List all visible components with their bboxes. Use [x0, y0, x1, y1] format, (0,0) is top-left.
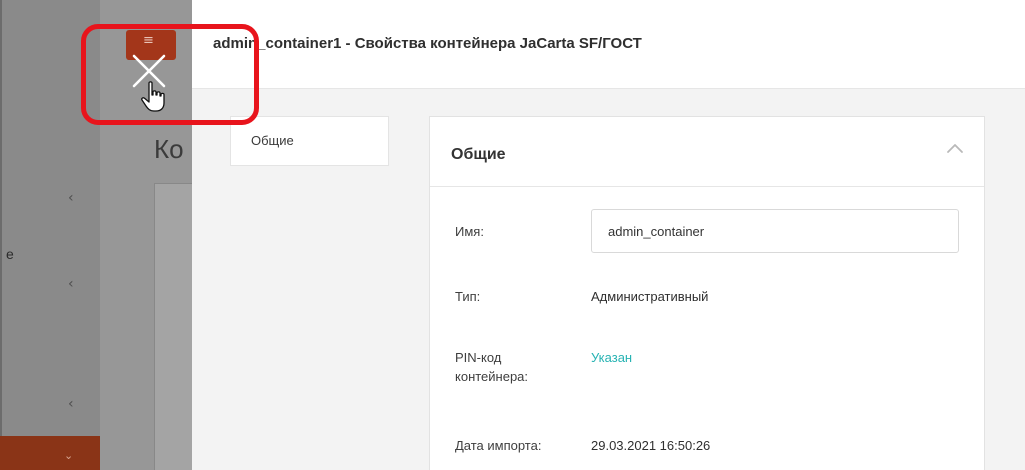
pin-label: PIN-код контейнера: — [455, 350, 529, 384]
import-date-label: Дата импорта: — [455, 438, 542, 453]
screen: ‹ ‹ ‹ е ⌄ Ко ≡ admin_container1 - Свойст… — [0, 0, 1025, 470]
general-section-card: Общие Имя: Тип: Административный PIN-код… — [429, 116, 985, 470]
panel-header: admin_container1 - Свойства контейнера J… — [192, 0, 1025, 89]
pin-status-link[interactable]: Указан — [591, 350, 632, 365]
pin-value-wrap: Указан — [591, 348, 632, 367]
highlight-annotation — [81, 24, 259, 125]
section-title: Общие — [451, 146, 506, 163]
chevron-left-icon: ‹ — [68, 276, 74, 292]
background-edge — [0, 0, 2, 470]
chevron-down-icon: ⌄ — [64, 449, 74, 462]
tab-general[interactable]: Общие — [230, 116, 389, 166]
chevron-up-icon[interactable] — [944, 141, 966, 157]
panel-title: admin_container1 - Свойства контейнера J… — [213, 35, 642, 52]
import-date-value: 29.03.2021 16:50:26 — [591, 438, 711, 453]
section-header[interactable]: Общие — [430, 117, 984, 187]
properties-panel: admin_container1 - Свойства контейнера J… — [192, 0, 1025, 470]
tab-general-label: Общие — [251, 133, 294, 148]
chevron-left-icon: ‹ — [68, 396, 74, 412]
background-sidebar-text: е — [6, 246, 14, 262]
background-page-title: Ко — [154, 134, 184, 164]
name-label: Имя: — [455, 224, 484, 239]
type-label: Тип: — [455, 289, 481, 304]
name-input[interactable] — [591, 209, 959, 253]
background-content-panel — [154, 183, 192, 470]
chevron-left-icon: ‹ — [68, 190, 74, 206]
background-active-sidebar-item — [0, 436, 100, 470]
type-value: Административный — [591, 289, 709, 304]
